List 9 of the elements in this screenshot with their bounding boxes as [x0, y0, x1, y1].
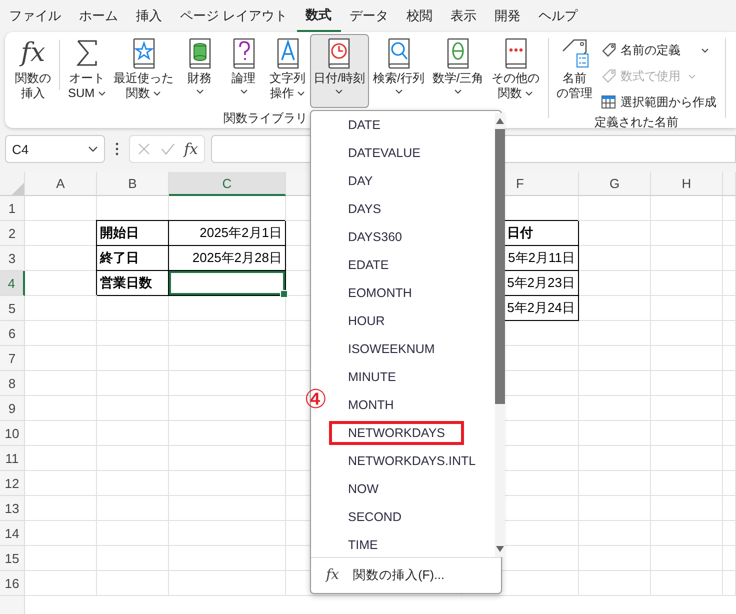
table-cell: 開始日: [97, 221, 169, 246]
table-cell: 営業日数: [97, 271, 169, 296]
group-label: 関数ライブラリ: [223, 110, 308, 127]
group-label: 定義された名前: [594, 114, 679, 130]
table-cell: 終了日: [97, 246, 169, 271]
cell-reference: C4: [12, 142, 29, 156]
table-cell: 2025年2月1日: [169, 221, 286, 246]
step-number: ④: [304, 384, 328, 414]
table-cell: 2025年2月28日: [169, 246, 286, 271]
